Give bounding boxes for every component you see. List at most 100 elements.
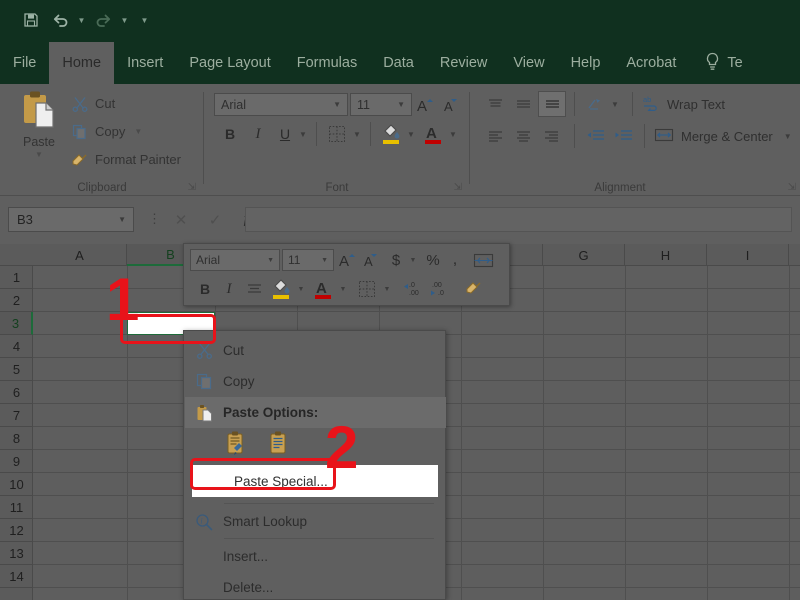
- context-menu-item-delete[interactable]: Delete...: [185, 572, 446, 600]
- tab-acrobat[interactable]: Acrobat: [613, 42, 689, 84]
- formula-input[interactable]: [245, 207, 792, 232]
- paste-special-menu-item[interactable]: Paste Special...: [192, 465, 438, 497]
- align-top-button[interactable]: [482, 92, 508, 116]
- clipboard-dialog-launcher[interactable]: ⇲: [188, 182, 196, 193]
- mini-shrink-font-icon[interactable]: A: [360, 249, 384, 271]
- font-dialog-launcher[interactable]: ⇲: [454, 182, 462, 193]
- tab-help[interactable]: Help: [558, 42, 614, 84]
- font-color-icon[interactable]: A: [420, 120, 446, 146]
- row-header-4[interactable]: 4: [0, 335, 33, 358]
- orientation-dropdown-caret[interactable]: ▼: [608, 92, 622, 116]
- font-size-caret[interactable]: ▼: [397, 100, 411, 109]
- tab-view[interactable]: View: [500, 42, 557, 84]
- paste-formatting-icon[interactable]: [224, 431, 248, 462]
- context-menu-item-copy[interactable]: Copy: [185, 366, 446, 397]
- font-name-caret[interactable]: ▼: [333, 100, 347, 109]
- formula-bar-grip[interactable]: ⋮: [148, 211, 161, 227]
- mini-format-painter-icon[interactable]: [460, 276, 486, 300]
- tell-me-search[interactable]: Te: [689, 42, 743, 84]
- column-header-i[interactable]: I: [707, 244, 789, 266]
- column-header-a[interactable]: A: [33, 244, 127, 266]
- underline-button[interactable]: U: [274, 122, 296, 146]
- mini-font-color-icon[interactable]: A: [310, 275, 336, 301]
- shrink-font-icon[interactable]: A: [440, 93, 464, 116]
- merge-center-button[interactable]: Merge & Center ▼: [654, 124, 792, 148]
- save-icon[interactable]: [18, 8, 44, 32]
- mini-font-size-input[interactable]: 11 ▼: [282, 249, 334, 271]
- tab-page-layout[interactable]: Page Layout: [176, 42, 283, 84]
- mini-decrease-decimal-icon[interactable]: .0.00: [398, 277, 426, 301]
- font-color-dropdown-caret[interactable]: ▼: [446, 122, 460, 146]
- increase-indent-icon[interactable]: [610, 124, 636, 148]
- mini-comma-format-icon[interactable]: ,: [446, 249, 464, 271]
- fill-color-icon[interactable]: [378, 120, 404, 146]
- mini-fill-color-dropdown-caret[interactable]: ▼: [294, 277, 308, 301]
- row-header-1[interactable]: 1: [0, 266, 33, 289]
- orientation-icon[interactable]: [582, 92, 608, 116]
- align-bottom-button[interactable]: [538, 91, 566, 117]
- row-header-6[interactable]: 6: [0, 381, 33, 404]
- mini-fill-color-icon[interactable]: [268, 275, 294, 301]
- tab-file[interactable]: File: [0, 42, 49, 84]
- font-size-input[interactable]: 11 ▼: [350, 93, 412, 116]
- decrease-indent-icon[interactable]: [582, 124, 608, 148]
- wrap-text-button[interactable]: ab Wrap Text: [642, 92, 725, 116]
- tab-data[interactable]: Data: [370, 42, 427, 84]
- paste-dropdown-caret[interactable]: ▼: [35, 150, 43, 159]
- mini-currency-dropdown-caret[interactable]: ▼: [406, 249, 420, 271]
- column-header-h[interactable]: H: [625, 244, 707, 266]
- copy-dropdown-caret[interactable]: ▼: [134, 127, 142, 136]
- merge-center-dropdown-caret[interactable]: ▼: [784, 132, 792, 141]
- mini-borders-icon[interactable]: [354, 277, 380, 301]
- customize-qat-icon[interactable]: ▼: [139, 8, 150, 32]
- undo-icon[interactable]: [47, 8, 73, 32]
- mini-increase-decimal-icon[interactable]: .00.0: [428, 277, 456, 301]
- mini-font-color-dropdown-caret[interactable]: ▼: [336, 277, 350, 301]
- row-header-7[interactable]: 7: [0, 404, 33, 427]
- mini-italic-button[interactable]: I: [218, 277, 240, 301]
- row-header-14[interactable]: 14: [0, 565, 33, 588]
- align-left-button[interactable]: [482, 124, 508, 148]
- name-box-caret[interactable]: ▼: [118, 215, 133, 224]
- mini-currency-format-icon[interactable]: $: [386, 249, 406, 271]
- mini-grow-font-icon[interactable]: A: [336, 249, 360, 271]
- row-header-3[interactable]: 3: [0, 312, 33, 335]
- context-menu-item-insert[interactable]: Insert...: [185, 541, 446, 572]
- fill-color-dropdown-caret[interactable]: ▼: [404, 122, 418, 146]
- alignment-dialog-launcher[interactable]: ⇲: [788, 182, 796, 193]
- tab-formulas[interactable]: Formulas: [284, 42, 370, 84]
- check-icon[interactable]: ✓: [200, 208, 230, 231]
- grow-font-icon[interactable]: A: [414, 93, 438, 116]
- row-header-8[interactable]: 8: [0, 427, 33, 450]
- row-header-5[interactable]: 5: [0, 358, 33, 381]
- context-menu-item-cut[interactable]: Cut: [185, 335, 446, 366]
- align-center-button[interactable]: [510, 124, 536, 148]
- row-header-10[interactable]: 10: [0, 473, 33, 496]
- mini-merge-icon[interactable]: [470, 248, 496, 272]
- paste-values-icon[interactable]: [266, 431, 290, 462]
- mini-percent-format-icon[interactable]: %: [422, 249, 444, 271]
- borders-icon[interactable]: [324, 122, 350, 146]
- paste-button[interactable]: Paste ▼: [10, 90, 68, 172]
- redo-dropdown-caret[interactable]: ▼: [119, 8, 130, 32]
- mini-borders-dropdown-caret[interactable]: ▼: [380, 277, 394, 301]
- name-box[interactable]: B3 ▼: [8, 207, 134, 232]
- tab-home[interactable]: Home: [49, 42, 115, 84]
- align-right-button[interactable]: [538, 124, 564, 148]
- align-middle-button[interactable]: [510, 92, 536, 116]
- font-name-input[interactable]: Arial ▼: [214, 93, 348, 116]
- copy-button[interactable]: Copy ▼: [70, 122, 142, 141]
- column-header-g[interactable]: G: [543, 244, 625, 266]
- row-header-11[interactable]: 11: [0, 496, 33, 519]
- row-header-2[interactable]: 2: [0, 289, 33, 312]
- mini-bold-button[interactable]: B: [194, 277, 216, 301]
- undo-dropdown-caret[interactable]: ▼: [76, 8, 87, 32]
- borders-dropdown-caret[interactable]: ▼: [350, 122, 364, 146]
- format-painter-button[interactable]: Format Painter: [70, 150, 181, 169]
- row-header-9[interactable]: 9: [0, 450, 33, 473]
- mini-font-name-input[interactable]: Arial ▼: [190, 249, 280, 271]
- row-header-13[interactable]: 13: [0, 542, 33, 565]
- redo-icon[interactable]: [90, 8, 116, 32]
- mini-font-size-caret[interactable]: ▼: [321, 257, 333, 264]
- italic-button[interactable]: I: [246, 122, 270, 146]
